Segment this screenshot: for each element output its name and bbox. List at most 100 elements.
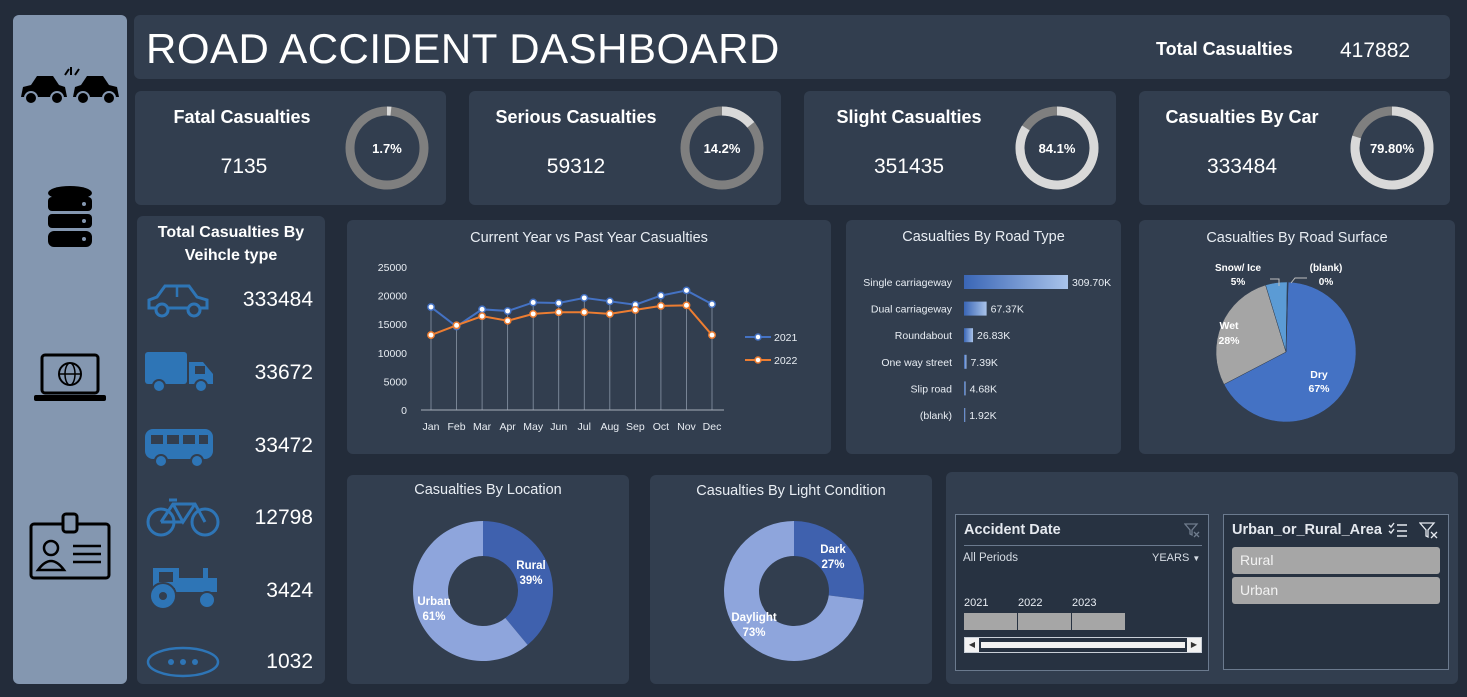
slicer-title: Accident Date [964, 522, 1061, 538]
vehicle-value: 1032 [266, 650, 313, 673]
bus-icon [145, 429, 213, 468]
road-type-bar-chart: Single carriageway 309.70K Dual carriagewa… [863, 275, 1111, 422]
total-casualties-label: Total Casualties [1156, 39, 1293, 59]
data-point [529, 298, 538, 307]
x-tick-label: Sep [626, 421, 645, 433]
category-label: (blank) [920, 410, 952, 422]
data-point [708, 300, 716, 309]
category-label: Roundabout [895, 330, 952, 342]
laptop-globe-icon[interactable] [13, 353, 127, 405]
clear-filter-icon[interactable] [1419, 521, 1439, 539]
data-point [605, 309, 614, 318]
data-label: 67.37K [991, 304, 1024, 316]
x-tick-label: Mar [473, 421, 492, 433]
data-point [529, 309, 538, 318]
kpi-label: Slight Casualties [836, 107, 982, 127]
slicer-item-rural[interactable]: Rural [1232, 547, 1440, 574]
slice-percent: 73% [742, 627, 765, 639]
road-surface-panel: Casualties By Road Surface Dry 67% Wet 28% S… [1139, 220, 1455, 454]
data-point [554, 299, 563, 307]
kpi-donut: 1.7% [345, 106, 429, 190]
slice-label: Dry [1310, 369, 1328, 381]
data-label: 7.39K [970, 357, 997, 369]
legend-label: 2022 [774, 355, 798, 367]
slice-label: Daylight [731, 612, 777, 624]
scroll-thumb[interactable] [981, 642, 1185, 648]
tractor-icon [149, 568, 217, 610]
kpi-card-slight: Slight Casualties 351435 84.1% [804, 91, 1116, 205]
slice-label: (blank) [1310, 263, 1343, 274]
scroll-right-icon[interactable]: ▶ [1187, 638, 1201, 652]
timeline-bar-2022[interactable] [1018, 613, 1071, 630]
data-point [656, 291, 665, 300]
other-icon [146, 646, 220, 678]
category-label: One way street [881, 357, 952, 369]
car-icon [147, 284, 209, 318]
multi-select-icon[interactable] [1388, 521, 1408, 539]
slice-percent: 61% [422, 611, 445, 623]
kpi-value: 59312 [546, 155, 606, 178]
slice-label: Dark [820, 544, 846, 556]
line-chart: 0 5000 10000 15000 20000 25000 Jan Feb Mar Apr May… [378, 262, 798, 433]
data-point [580, 293, 589, 302]
data-point [631, 305, 640, 314]
data-label: 4.68K [970, 383, 997, 395]
slice-label: Rural [516, 560, 545, 572]
donut-percent: 84.1% [1039, 141, 1076, 156]
y-tick-label: 25000 [378, 262, 407, 274]
slice-label: Wet [1219, 320, 1239, 332]
x-tick-label: Jan [423, 421, 440, 433]
category-label: Slip road [911, 383, 953, 395]
sidebar [13, 15, 127, 684]
donut-percent: 79.80% [1370, 141, 1415, 156]
data-point [427, 303, 435, 311]
database-icon[interactable] [13, 185, 127, 251]
legend-marker [754, 356, 762, 364]
timeline-scrollbar[interactable]: ◀ ▶ [964, 637, 1202, 653]
kpi-value: 7135 [220, 155, 268, 178]
kpi-donut: 84.1% [1015, 106, 1099, 190]
x-tick-label: Jun [550, 421, 567, 433]
y-tick-label: 15000 [378, 319, 407, 331]
bar [964, 381, 966, 396]
kpi-value: 351435 [873, 155, 945, 178]
location-donut-chart: Rural 39% Urban 61% [412, 521, 553, 661]
category-label: Single carriageway [863, 277, 952, 289]
donut-percent: 14.2% [704, 141, 741, 156]
vehicle-value: 33472 [254, 434, 313, 457]
road-surface-pie-chart: Dry 67% Wet 28% Snow/ Ice 5% (blank) 0% [1215, 263, 1357, 423]
data-point [682, 301, 691, 310]
kpi-donut: 14.2% [680, 106, 764, 190]
kpi-label: Casualties By Car [1165, 107, 1319, 127]
data-point [478, 305, 487, 314]
slice-percent: 0% [1319, 277, 1334, 288]
slice-percent: 27% [821, 559, 844, 571]
urban-rural-slicer: Urban_or_Rural_Area Rural Urban [1223, 514, 1449, 670]
slicer-item-urban[interactable]: Urban [1232, 577, 1440, 604]
slice-percent: 67% [1308, 383, 1330, 395]
timeline-bar-2023[interactable] [1072, 613, 1125, 630]
id-card-icon[interactable] [13, 512, 127, 582]
clear-filter-icon[interactable] [1184, 522, 1200, 538]
timeline-bar-2021[interactable] [964, 613, 1017, 630]
x-tick-label: May [523, 421, 544, 433]
chevron-down-icon: ▼ [1192, 554, 1201, 563]
vehicle-value: 12798 [254, 506, 313, 529]
car-crash-icon[interactable] [13, 67, 127, 107]
data-label: 309.70K [1072, 277, 1111, 289]
location-panel: Casualties By Location Rural 39% Urban 61% [347, 475, 629, 684]
slice-label: Urban [417, 596, 450, 608]
kpi-card-serious: Serious Casualties 59312 14.2% [469, 91, 781, 205]
vehicle-type-title: Total Casualties By Veihcle type [157, 224, 305, 264]
scroll-left-icon[interactable]: ◀ [965, 638, 979, 652]
kpi-value: 333484 [1206, 155, 1278, 178]
x-tick-label: Oct [653, 421, 669, 433]
period-label: All Periods [963, 552, 1018, 564]
x-tick-label: Apr [499, 421, 516, 433]
slice-percent: 28% [1218, 335, 1240, 347]
donut-fill [721, 106, 755, 128]
kpi-card-car: Casualties By Car 333484 79.80% [1139, 91, 1450, 205]
accident-date-slicer: Accident Date All Periods YEARS ▼ 2021 2… [955, 514, 1209, 671]
data-point [452, 321, 461, 330]
timeline-level-dropdown[interactable]: YEARS ▼ [1152, 552, 1200, 564]
